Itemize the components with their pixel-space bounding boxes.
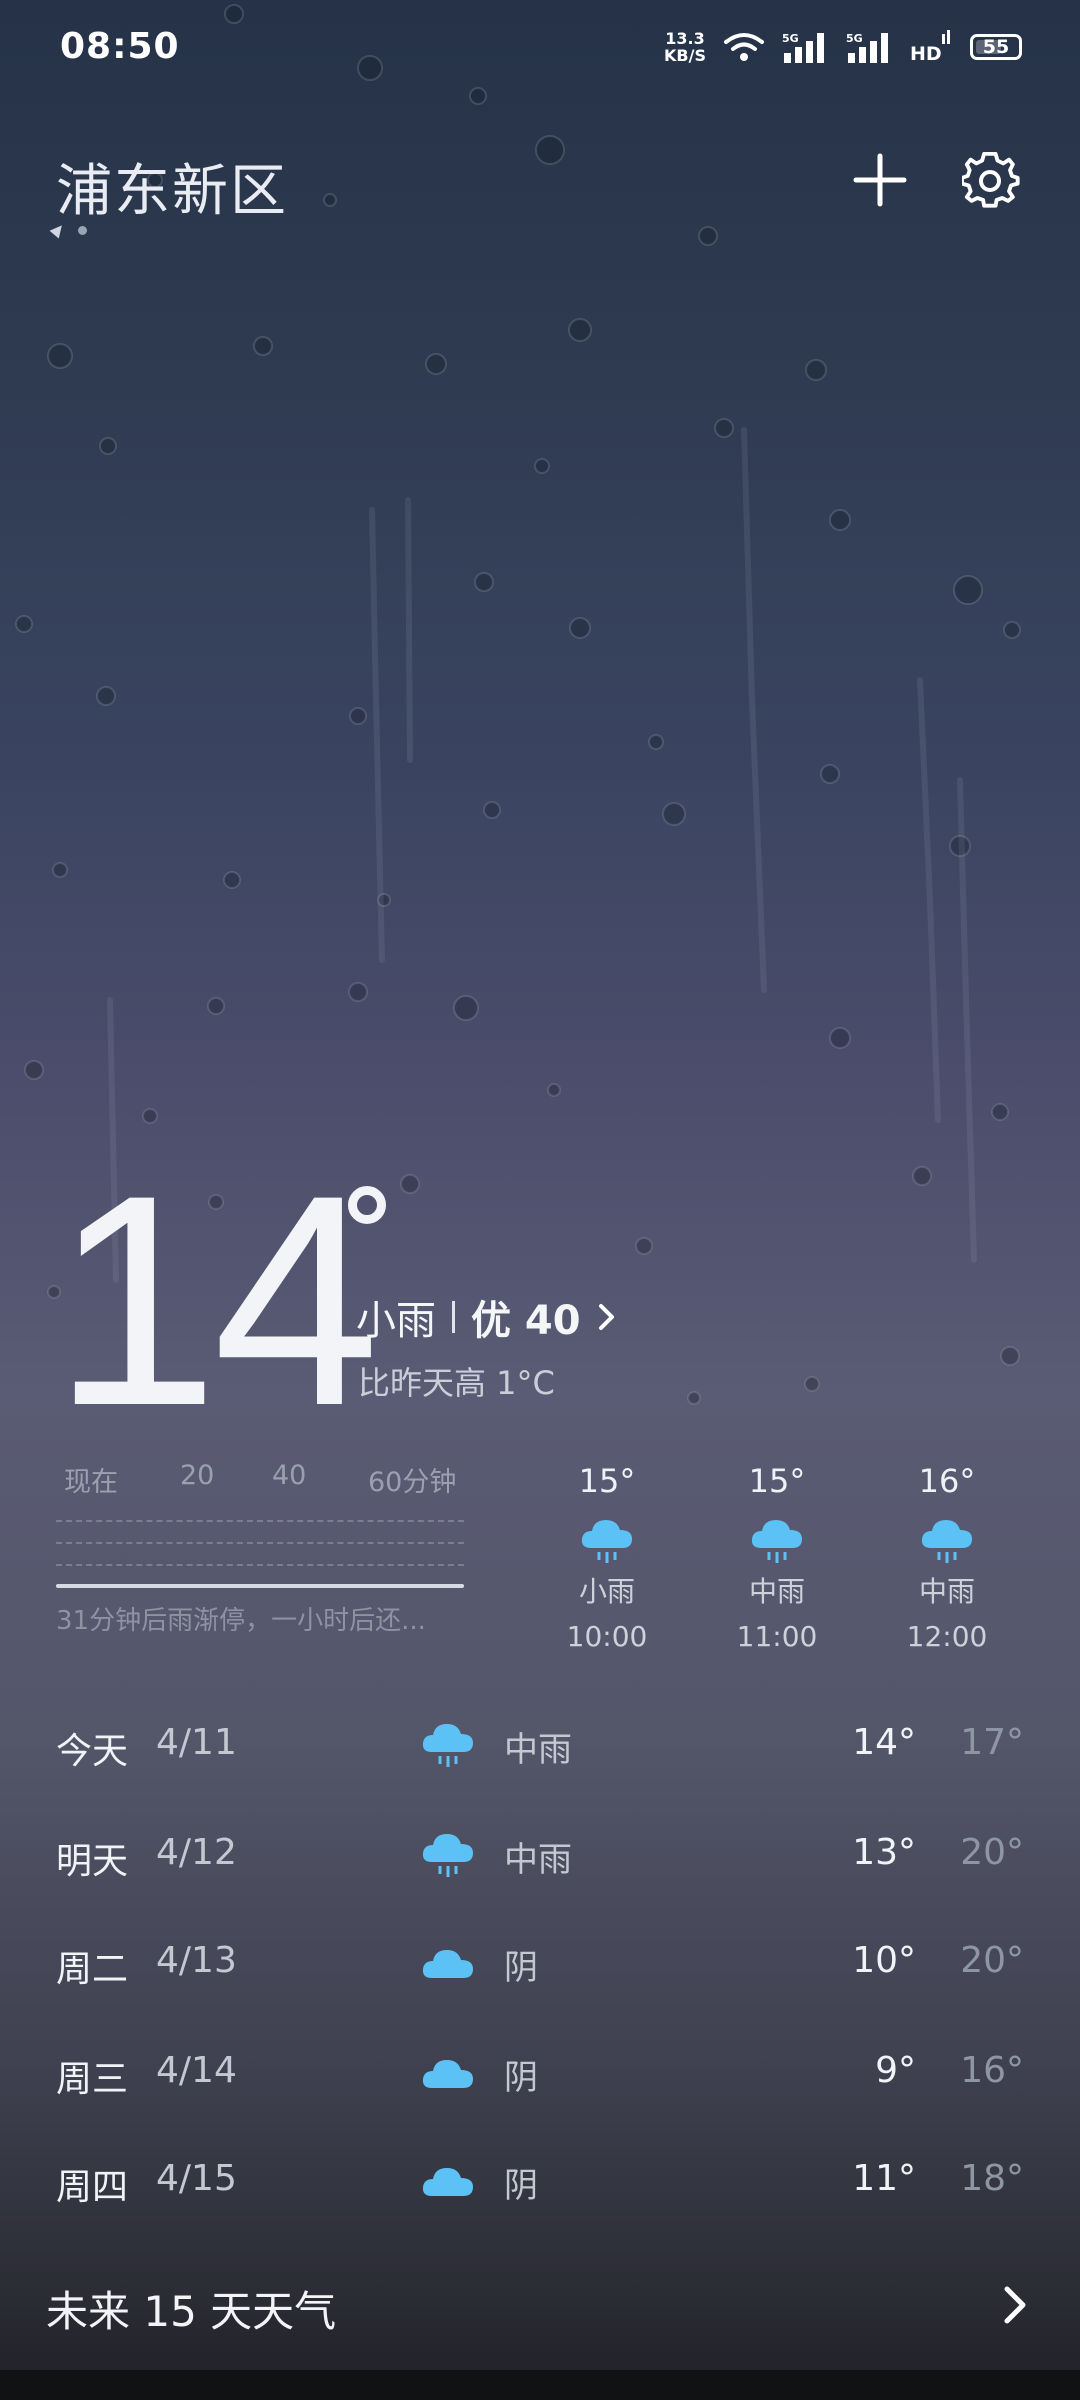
city-name[interactable]: 浦东新区 bbox=[56, 146, 288, 227]
rain-cloud-icon bbox=[581, 1520, 632, 1563]
add-city-button[interactable] bbox=[852, 152, 908, 208]
page-dot bbox=[78, 225, 87, 235]
minute-label: 现在 bbox=[64, 1467, 118, 1498]
hourly-temp: 15° bbox=[748, 1462, 806, 1500]
rain-cloud-icon bbox=[751, 1520, 802, 1563]
day-name: 周四 bbox=[56, 2167, 129, 2208]
day-date: 4/15 bbox=[156, 2158, 237, 2199]
day-temp-high: 18° bbox=[960, 2158, 1024, 2199]
minute-label: 60分钟 bbox=[368, 1467, 457, 1498]
day-temp-low: 11° bbox=[852, 2158, 916, 2199]
hourly-time: 12:00 bbox=[906, 1620, 988, 1653]
air-quality: 优 40 bbox=[471, 1298, 581, 1344]
hourly-item: 15° 中雨 11:00 bbox=[712, 1462, 842, 1653]
rain-cloud-icon bbox=[921, 1520, 972, 1563]
grid-line bbox=[56, 1542, 464, 1544]
hourly-time: 11:00 bbox=[736, 1620, 818, 1653]
day-name: 明天 bbox=[56, 1841, 129, 1882]
day-condition: 中雨 bbox=[504, 1730, 572, 1770]
system-nav-bar bbox=[0, 2370, 1080, 2400]
day-condition: 中雨 bbox=[504, 1840, 572, 1880]
cloud-icon bbox=[422, 2168, 473, 2196]
day-name: 周三 bbox=[56, 2059, 129, 2100]
location-arrow-icon bbox=[49, 221, 67, 239]
grid-line bbox=[56, 1564, 464, 1566]
day-temp-high: 16° bbox=[960, 2050, 1024, 2091]
signal-5g-icon-2: 5G bbox=[846, 32, 888, 63]
chevron-right-icon bbox=[598, 1304, 614, 1330]
day-condition: 阴 bbox=[504, 2058, 538, 2098]
day-name: 今天 bbox=[56, 1731, 129, 1772]
rain-cloud-icon bbox=[422, 1834, 473, 1877]
precip-baseline bbox=[56, 1584, 464, 1588]
minute-label: 40 bbox=[272, 1460, 307, 1491]
minute-label: 20 bbox=[180, 1460, 215, 1491]
day-temp-high: 20° bbox=[960, 1940, 1024, 1981]
daily-row[interactable]: 周三 4/14 阴 9° 16° bbox=[0, 2034, 1080, 2114]
day-date: 4/11 bbox=[156, 1722, 237, 1763]
hourly-time: 10:00 bbox=[566, 1620, 648, 1653]
net-speed: 13.3 KB/S bbox=[664, 29, 706, 65]
hourly-temp: 15° bbox=[578, 1462, 636, 1500]
daily-row[interactable]: 今天 4/11 中雨 14° 17° bbox=[0, 1706, 1080, 1786]
minute-summary: 31分钟后雨渐停，一小时后还... bbox=[56, 1606, 426, 1636]
settings-gear-icon[interactable] bbox=[962, 152, 1020, 210]
page-indicator bbox=[49, 221, 87, 239]
signal-5g-icon: 5G bbox=[782, 32, 824, 63]
minute-axis-labels: 现在 20 40 60分钟 bbox=[56, 1460, 464, 1500]
hd-label: HD bbox=[910, 43, 942, 64]
temperature-compare: 比昨天高 1°C bbox=[358, 1364, 555, 1402]
minute-precipitation-panel[interactable]: 现在 20 40 60分钟 31分钟后雨渐停，一小时后还... bbox=[56, 1460, 464, 1637]
day-temp-high: 17° bbox=[960, 1722, 1024, 1763]
hd-icon: HD bbox=[910, 30, 950, 64]
day-condition: 阴 bbox=[504, 1948, 538, 1988]
status-time: 08:50 bbox=[60, 26, 180, 67]
day-temp-low: 10° bbox=[852, 1940, 916, 1981]
hourly-temp: 16° bbox=[918, 1462, 976, 1500]
daily-row[interactable]: 周四 4/15 阴 11° 18° bbox=[0, 2142, 1080, 2222]
battery-level: 55 bbox=[982, 36, 1010, 58]
day-temp-high: 20° bbox=[960, 1832, 1024, 1873]
degree-symbol bbox=[348, 1186, 386, 1224]
day-name: 周二 bbox=[56, 1949, 129, 1990]
hourly-item: 16° 中雨 12:00 bbox=[882, 1462, 1012, 1653]
day-date: 4/14 bbox=[156, 2050, 237, 2091]
cloud-icon bbox=[422, 1950, 473, 1978]
status-icons: 13.3 KB/S 5G 5G HD 55 bbox=[664, 30, 1022, 64]
day-temp-low: 9° bbox=[875, 2050, 916, 2091]
day-temp-low: 13° bbox=[852, 1832, 916, 1873]
signal-5g-label-2: 5G bbox=[846, 32, 863, 45]
rain-cloud-icon bbox=[422, 1724, 473, 1767]
hourly-item: 15° 小雨 10:00 bbox=[542, 1462, 672, 1653]
signal-5g-label: 5G bbox=[782, 32, 799, 45]
fifteen-day-forecast-link[interactable]: 未来 15 天天气 bbox=[0, 2266, 1080, 2346]
day-date: 4/12 bbox=[156, 1832, 237, 1873]
current-condition-line[interactable]: 小雨 优 40 bbox=[356, 1288, 617, 1346]
hourly-condition: 中雨 bbox=[748, 1575, 805, 1608]
daily-row[interactable]: 明天 4/12 中雨 13° 20° bbox=[0, 1816, 1080, 1896]
fifteen-day-label: 未来 15 天天气 bbox=[46, 2287, 337, 2336]
hourly-condition: 中雨 bbox=[918, 1575, 975, 1608]
separator bbox=[452, 1301, 455, 1333]
chevron-right-icon bbox=[1004, 2286, 1026, 2324]
wifi-icon bbox=[724, 33, 764, 61]
grid-line bbox=[56, 1520, 464, 1522]
cloud-icon bbox=[422, 2060, 473, 2088]
current-condition: 小雨 bbox=[356, 1298, 436, 1344]
day-condition: 阴 bbox=[504, 2166, 538, 2206]
battery-icon: 55 bbox=[970, 34, 1022, 60]
day-date: 4/13 bbox=[156, 1940, 237, 1981]
hourly-condition: 小雨 bbox=[578, 1575, 635, 1608]
day-temp-low: 14° bbox=[852, 1722, 916, 1763]
daily-row[interactable]: 周二 4/13 阴 10° 20° bbox=[0, 1924, 1080, 2004]
current-temperature: 14 bbox=[52, 1132, 380, 1468]
